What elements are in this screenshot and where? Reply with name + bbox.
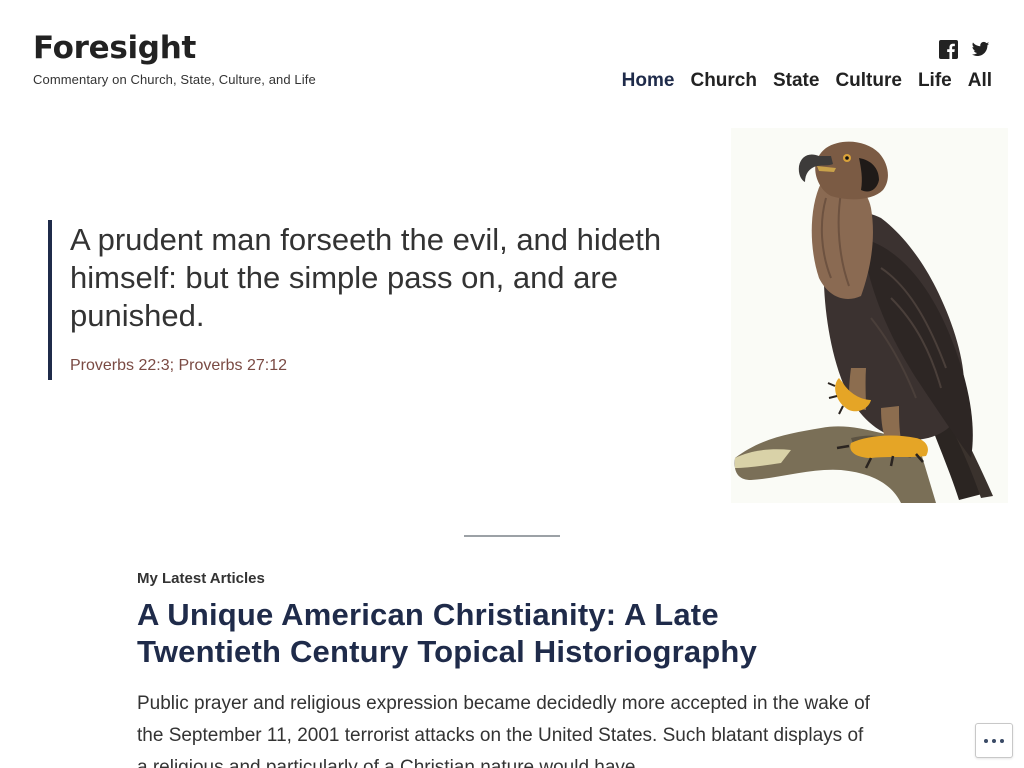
ellipsis-icon	[984, 738, 988, 743]
site-tagline: Commentary on Church, State, Culture, an…	[33, 72, 316, 87]
nav-item-culture[interactable]: Culture	[835, 70, 902, 92]
section-divider	[464, 535, 560, 537]
quote-citation: Proverbs 22:3; Proverbs 27:12	[70, 357, 288, 374]
hero-quote: A prudent man forseeth the evil, and hid…	[48, 220, 688, 380]
nav-item-home[interactable]: Home	[622, 70, 675, 92]
ellipsis-icon-dot	[992, 738, 996, 743]
quote-text: A prudent man forseeth the evil, and hid…	[70, 222, 662, 333]
more-options-button[interactable]	[975, 723, 1013, 758]
site-title[interactable]: Foresight	[33, 30, 196, 66]
nav-item-all[interactable]: All	[968, 70, 992, 92]
post-title[interactable]: A Unique American Christianity: A Late T…	[137, 596, 867, 670]
social-links	[939, 40, 990, 59]
nav-item-life[interactable]: Life	[918, 70, 952, 92]
facebook-icon[interactable]	[939, 40, 958, 59]
latest-articles-label: My Latest Articles	[137, 570, 265, 587]
post-excerpt: Public prayer and religious expression b…	[137, 693, 870, 768]
ellipsis-icon-dot	[1000, 738, 1004, 743]
nav-item-state[interactable]: State	[773, 70, 819, 92]
twitter-icon[interactable]	[971, 40, 990, 59]
nav-item-church[interactable]: Church	[690, 70, 757, 92]
main-nav: Home Church State Culture Life All	[622, 70, 992, 92]
eagle-illustration	[731, 128, 1008, 503]
